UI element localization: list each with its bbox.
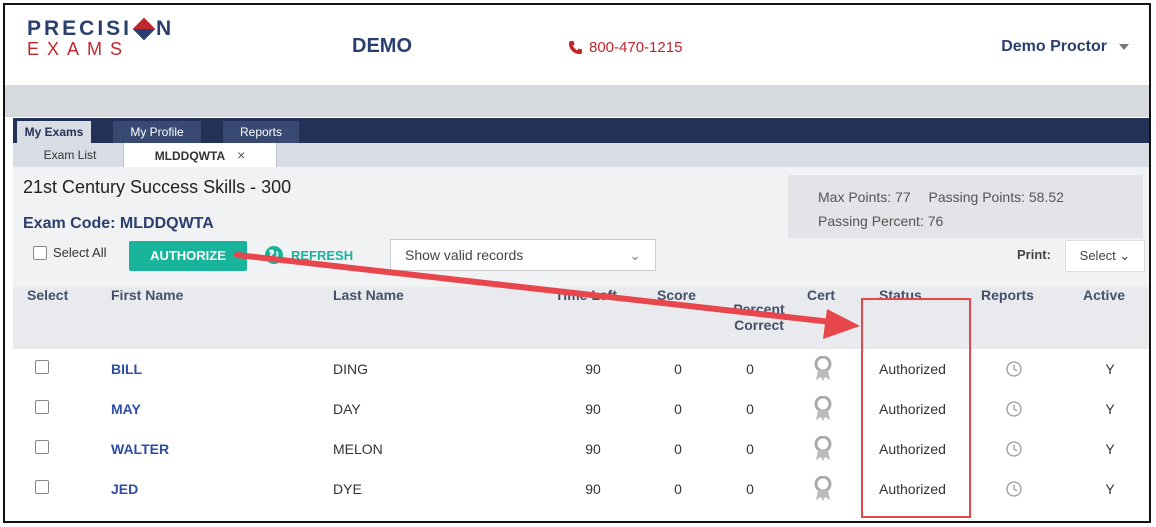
col-active[interactable]: Active (1083, 287, 1125, 349)
checkbox-icon (33, 245, 47, 260)
percent-correct: 0 (746, 401, 754, 417)
refresh-icon: ↻ (265, 246, 283, 264)
select-all-checkbox[interactable]: Select All (33, 245, 106, 260)
certificate-icon[interactable] (813, 429, 833, 469)
score: 0 (674, 361, 682, 377)
table-row: MAY DAY 90 0 0 Authorized Y (13, 389, 1149, 430)
refresh-button[interactable]: ↻ REFRESH (265, 246, 353, 264)
percent-correct: 0 (746, 361, 754, 377)
col-time-left[interactable]: Time Left (555, 287, 617, 349)
max-points: Max Points: 77 (818, 189, 911, 205)
points-summary: Max Points: 77 Passing Points: 58.52 Pas… (788, 175, 1143, 238)
certificate-icon[interactable] (813, 349, 833, 389)
table-header: Select First Name Last Name Time Left Sc… (13, 287, 1149, 349)
exam-title: 21st Century Success Skills - 300 (23, 177, 292, 197)
col-select[interactable]: Select (27, 287, 68, 349)
certificate-icon[interactable] (813, 469, 833, 509)
clock-icon[interactable] (1006, 389, 1022, 429)
app-window: PRECISI N EXAMS DEMO 800-470-1215 Demo P… (3, 3, 1151, 523)
row-checkbox[interactable] (35, 400, 49, 414)
row-checkbox[interactable] (35, 480, 49, 494)
time-left: 90 (585, 481, 601, 497)
row-checkbox[interactable] (35, 440, 49, 454)
last-name: DYE (333, 481, 362, 497)
col-reports[interactable]: Reports (981, 287, 1034, 349)
subtab-exam-list[interactable]: Exam List (29, 143, 111, 167)
table-row: BILL DING 90 0 0 Authorized Y (13, 349, 1149, 390)
authorize-button[interactable]: AUTHORIZE (129, 241, 247, 271)
chevron-down-icon: ⌄ (1119, 248, 1131, 263)
first-name-link[interactable]: WALTER (111, 429, 169, 469)
first-name-link[interactable]: BILL (111, 349, 142, 389)
precision-exams-logo[interactable]: PRECISI N EXAMS (27, 17, 174, 60)
first-name-link[interactable]: JED (111, 469, 138, 509)
print-select[interactable]: Select ⌄ (1065, 240, 1145, 272)
exam-panel: 21st Century Success Skills - 300 Exam C… (13, 167, 1149, 521)
user-name: Demo Proctor (1001, 38, 1107, 55)
chevron-down-icon (1119, 44, 1129, 50)
row-checkbox[interactable] (35, 360, 49, 374)
col-last-name[interactable]: Last Name (333, 287, 404, 349)
time-left: 90 (585, 441, 601, 457)
time-left: 90 (585, 361, 601, 377)
col-first-name[interactable]: First Name (111, 287, 183, 349)
tab-reports[interactable]: Reports (223, 121, 299, 143)
close-icon[interactable]: × (237, 147, 245, 163)
user-menu[interactable]: Demo Proctor (1001, 38, 1129, 56)
percent-correct: 0 (746, 481, 754, 497)
phone-icon (568, 40, 583, 55)
last-name: DAY (333, 401, 361, 417)
active: Y (1105, 361, 1115, 377)
print-label: Print: (1017, 247, 1051, 262)
passing-points: Passing Points: 58.52 (928, 189, 1064, 205)
col-score[interactable]: Score (657, 287, 696, 349)
clock-icon[interactable] (1006, 469, 1022, 509)
record-filter-select[interactable]: Show valid records ⌄ (390, 239, 656, 271)
table-row: JED DYE 90 0 0 Authorized Y (13, 469, 1149, 510)
status-highlight-box (861, 298, 971, 518)
table-footer (13, 509, 1149, 521)
main-nav: My Exams My Profile Reports (13, 118, 1149, 143)
tab-my-exams[interactable]: My Exams (17, 121, 91, 143)
subtab-exam-code[interactable]: MLDDQWTA × (123, 143, 277, 167)
passing-percent: Passing Percent: 76 (818, 213, 944, 229)
clock-icon[interactable] (1006, 429, 1022, 469)
top-header: PRECISI N EXAMS DEMO 800-470-1215 Demo P… (5, 5, 1149, 86)
chevron-down-icon: ⌄ (629, 247, 641, 263)
phone-number[interactable]: 800-470-1215 (568, 39, 682, 56)
exam-subtabs: Exam List MLDDQWTA × (13, 143, 1149, 168)
certificate-icon[interactable] (813, 389, 833, 429)
last-name: MELON (333, 441, 383, 457)
col-cert[interactable]: Cert (807, 287, 835, 349)
tab-my-profile[interactable]: My Profile (113, 121, 201, 143)
active: Y (1105, 441, 1115, 457)
active: Y (1105, 401, 1115, 417)
score: 0 (674, 441, 682, 457)
table-row: WALTER MELON 90 0 0 Authorized Y (13, 429, 1149, 470)
clock-icon[interactable] (1006, 349, 1022, 389)
percent-correct: 0 (746, 441, 754, 457)
header-spacer (5, 85, 1149, 117)
logo-diamond-icon (132, 17, 156, 41)
time-left: 90 (585, 401, 601, 417)
score: 0 (674, 401, 682, 417)
first-name-link[interactable]: MAY (111, 389, 141, 429)
site-name: DEMO (352, 35, 412, 57)
score: 0 (674, 481, 682, 497)
last-name: DING (333, 361, 368, 377)
active: Y (1105, 481, 1115, 497)
exam-code: Exam Code: MLDDQWTA (23, 215, 214, 232)
